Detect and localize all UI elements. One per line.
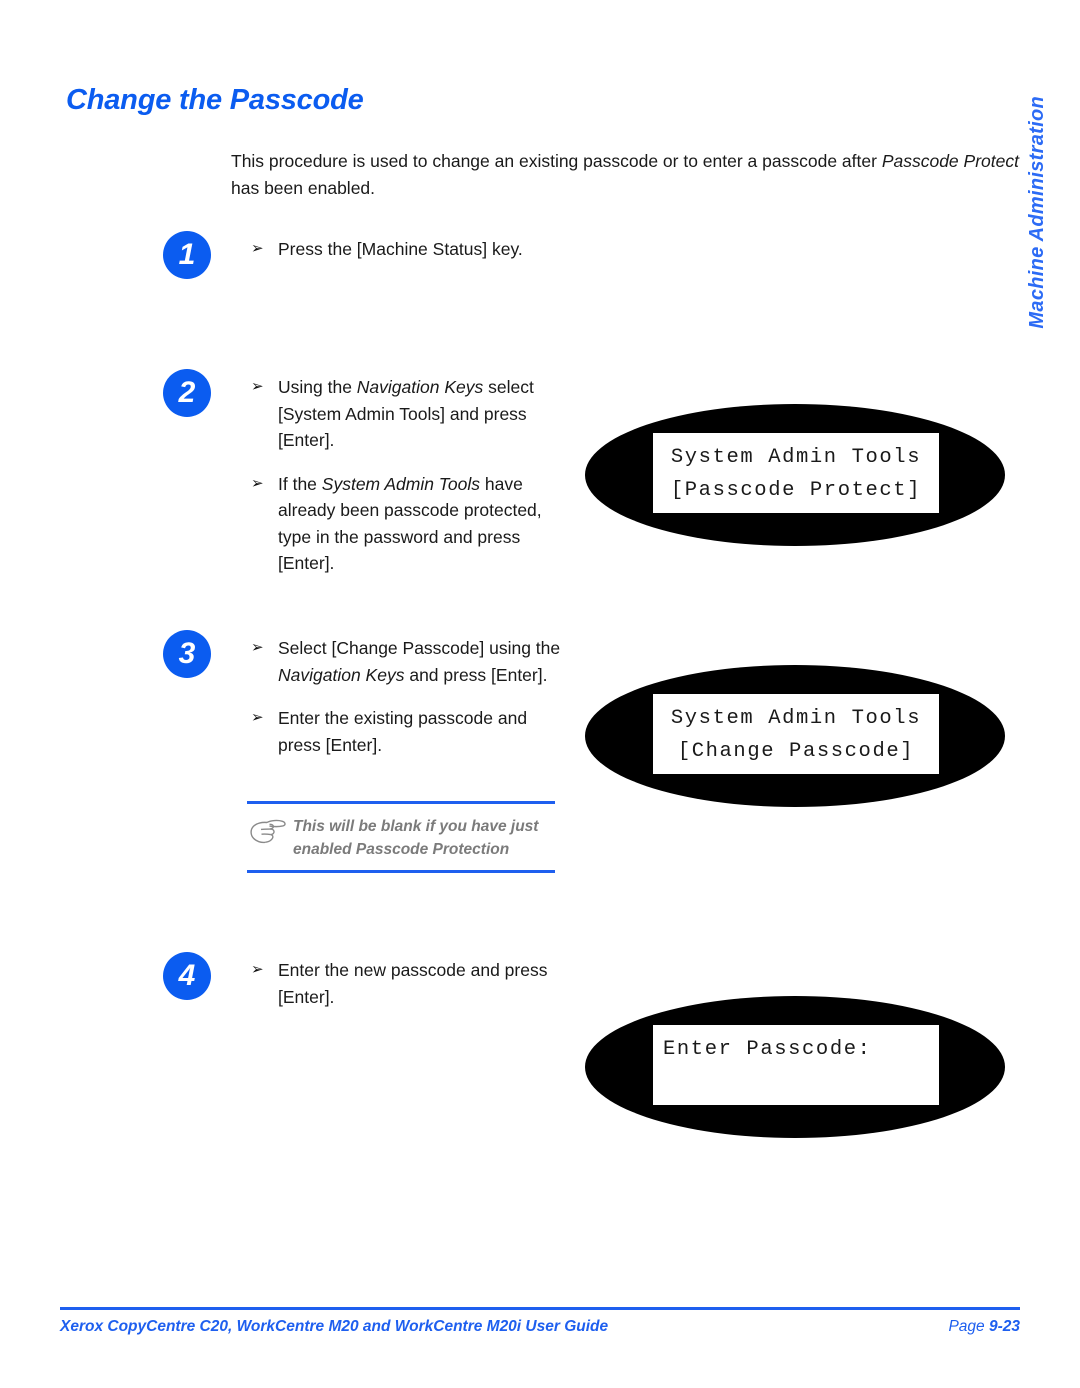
bullet-arrow-icon: ➢: [251, 639, 264, 656]
bullet-arrow-icon: ➢: [251, 474, 264, 492]
list-item: ➢ Enter the existing passcode and press […: [251, 705, 571, 758]
lcd-line-2: [Passcode Protect]: [670, 479, 922, 502]
footer-page-number: Page 9-23: [948, 1318, 1020, 1336]
bullet-arrow-icon: ➢: [251, 709, 264, 726]
bullet-text-part1: Press the [Machine Status] key.: [278, 239, 523, 259]
step-2-number: 2: [163, 369, 211, 417]
list-item: ➢ Press the [Machine Status] key.: [251, 236, 571, 263]
footer-guide-title: Xerox CopyCentre C20, WorkCentre M20 and…: [60, 1318, 609, 1335]
lcd-line-2: [Change Passcode]: [677, 740, 915, 763]
intro-paragraph: This procedure is used to change an exis…: [231, 148, 1021, 202]
intro-text-part1: This procedure is used to change an exis…: [231, 151, 882, 171]
bullet-arrow-icon: ➢: [251, 961, 264, 978]
lcd-display-change-passcode: System Admin Tools [Change Passcode]: [585, 665, 1005, 807]
lcd-screen: System Admin Tools [Change Passcode]: [653, 694, 939, 774]
bullet-arrow-icon: ➢: [251, 240, 264, 257]
intro-text-part2: has been enabled.: [231, 178, 376, 198]
list-item: ➢ Select [Change Passcode] using the Navi…: [251, 635, 571, 688]
page-title: Change the Passcode: [66, 84, 364, 116]
step-4-body: ➢ Enter the new passcode and press [Enter…: [251, 957, 571, 1010]
bullet-emphasis: Navigation Keys: [278, 664, 405, 685]
bullet-text-part2: and press [Enter].: [404, 664, 548, 685]
chapter-side-tab: Machine Administration: [1026, 96, 1048, 329]
bullet-arrow-icon: ➢: [251, 378, 264, 395]
note-text: This will be blank if you have just enab…: [293, 815, 538, 861]
lcd-screen: Enter Passcode:: [653, 1025, 939, 1105]
lcd-line-1: System Admin Tools: [670, 446, 922, 469]
note-line-2: enabled Passcode Protection: [293, 841, 510, 858]
footer-page-label: Page: [948, 1318, 989, 1335]
note-line-1: This will be blank if you have just: [293, 818, 539, 835]
lcd-display-passcode-protect: System Admin Tools [Passcode Protect]: [585, 404, 1005, 546]
note-content: This will be blank if you have just enab…: [247, 804, 555, 870]
lcd-line-1: Enter Passcode:: [663, 1038, 872, 1061]
footer-page-value: 9-23: [988, 1318, 1020, 1335]
bullet-text-part1: Select [Change Passcode] using the: [278, 638, 561, 658]
step-2-body: ➢ Using the Navigation Keys select [Syste…: [251, 374, 571, 577]
intro-emphasis: Passcode Protect: [881, 151, 1019, 171]
list-item: ➢ Enter the new passcode and press [Enter…: [251, 957, 571, 1010]
lcd-line-2: [663, 1066, 929, 1099]
bullet-text-part1: If the: [278, 473, 322, 494]
note-bottom-rule: [247, 870, 555, 873]
lcd-screen: System Admin Tools [Passcode Protect]: [653, 433, 939, 513]
bullet-text-part1: Enter the existing passcode and press [E…: [278, 708, 528, 755]
step-3-body: ➢ Select [Change Passcode] using the Navi…: [251, 635, 571, 758]
footer-rule: [60, 1307, 1020, 1310]
bullet-text-part1: Enter the new passcode and press [Enter]…: [278, 960, 548, 1007]
step-1-body: ➢ Press the [Machine Status] key.: [251, 236, 571, 263]
bullet-text-part1: Using the: [278, 377, 357, 397]
lcd-display-enter-passcode: Enter Passcode:: [585, 996, 1005, 1138]
list-item: ➢ If the System Admin Tools have already …: [251, 471, 571, 577]
bullet-emphasis: Navigation Keys: [356, 377, 484, 397]
pointing-hand-icon: [247, 815, 293, 852]
step-1-number: 1: [163, 231, 211, 279]
lcd-line-1: System Admin Tools: [670, 707, 922, 730]
bullet-emphasis: System Admin Tools: [321, 473, 480, 494]
note-callout: This will be blank if you have just enab…: [247, 801, 555, 873]
step-4-number: 4: [163, 952, 211, 1000]
list-item: ➢ Using the Navigation Keys select [Syste…: [251, 374, 571, 454]
step-3-number: 3: [163, 630, 211, 678]
